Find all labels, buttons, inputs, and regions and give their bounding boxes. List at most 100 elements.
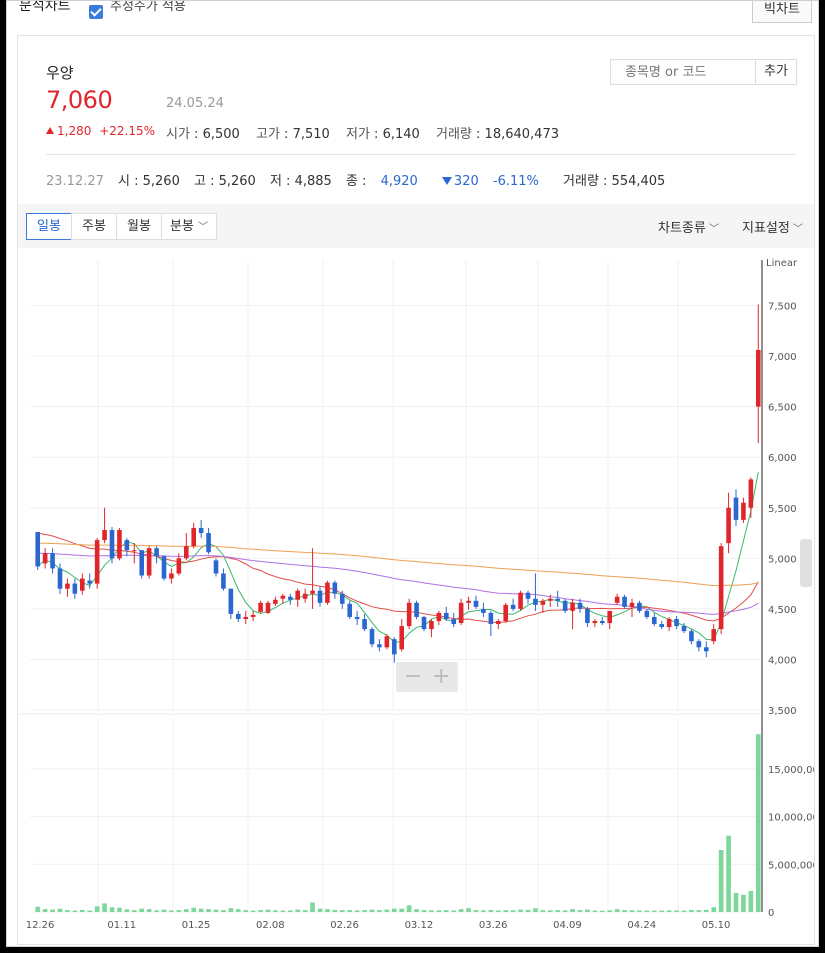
candle-body [644,610,650,617]
volume-bar [421,910,427,912]
hover-change: 320 -6.11% [441,174,549,189]
zoom-in-button[interactable]: + [432,664,450,689]
candle-body [540,600,546,605]
estimate-checkbox-label: 추정주가 적용 [110,0,186,14]
tab-minute[interactable]: 분봉 ﹀ [161,213,217,240]
candle-body [755,350,761,407]
x-tick-label: 02.08 [256,920,285,931]
change-amount: 1,280 [57,124,92,138]
volume-bar [235,909,241,912]
x-tick-label: 05.10 [702,920,731,931]
add-button[interactable]: 추가 [755,59,797,85]
candle-body [689,631,694,642]
volume-bar [644,910,650,912]
volume-bar [629,910,635,912]
volume-bar [146,909,152,912]
candle-body [362,618,367,630]
stock-name: 우양 [46,64,74,82]
volume-bar [87,910,93,912]
candle-body [50,553,55,569]
volume-bar [659,910,665,912]
estimate-checkbox[interactable] [89,5,103,19]
candle-body [473,600,479,607]
candle-body [161,556,167,579]
candle-body [377,644,382,648]
up-triangle-icon [46,127,54,134]
candle-body [503,604,509,622]
volume-bar [176,910,182,912]
candle-body [35,532,41,567]
candle-body [117,530,122,559]
candle-body [488,612,494,625]
candle-body [555,598,561,601]
volume-tick-label: 10,000,000 [768,813,814,824]
candle-body [533,598,538,605]
candle-body [79,578,85,591]
volume-bar [399,908,405,912]
candle-body [176,558,182,574]
candle-body [302,593,308,599]
candle-body [221,573,226,589]
hover-low: 저 : 4,885 [269,174,332,189]
volume-bar [131,910,137,912]
candle-body [414,602,419,617]
candle-body [131,550,137,552]
big-chart-button[interactable]: 빅차트 [752,1,812,23]
candle-body [273,599,278,604]
volume-bar [510,910,516,912]
candle-body [399,626,405,650]
tab-monthly[interactable]: 월봉 [116,213,162,240]
volume-bar [726,835,731,912]
volume-bar [525,909,531,912]
volume-bar [414,909,419,912]
volume-bar [65,910,70,912]
indicator-menu[interactable]: 지표설정 ﹀ [742,217,803,236]
x-tick-label: 03.26 [479,920,508,931]
volume-bar [503,910,509,912]
volume-bar [102,903,107,912]
volume-bar [391,908,397,912]
candle-body [213,560,219,574]
volume-bar [206,909,211,912]
price-chart[interactable]: 3,500 4,000 4,500 5,000 5,500 6,000 6,500 7,000… [18,248,814,947]
candle-body [733,497,739,520]
volume-bar [169,910,174,912]
candle-body [94,540,100,584]
candle-body [436,612,442,622]
volume-bar [369,909,375,912]
open-stat: 시가 : 6,500 [166,127,240,142]
price-date: 24.05.24 [166,96,224,111]
period-tab-bar: 일봉 주봉 월봉 분봉 ﹀ 차트종류 ﹀ 지표설정 ﹀ [18,204,814,248]
candle-body [741,502,746,520]
stock-search-input[interactable] [610,59,756,85]
volume-bar [302,910,308,912]
hover-info-line: 23.12.27 시 : 5,260 고 : 5,260 저 : 4,885 종… [46,170,675,189]
volume-bar [570,909,575,912]
chart-type-menu[interactable]: 차트종류 ﹀ [658,217,719,236]
candle-body [339,593,345,604]
tab-daily[interactable]: 일봉 [26,213,72,240]
price-tick-label: 7,000 [768,352,797,363]
scrollbar-thumb[interactable] [800,539,812,587]
candle-body [726,507,731,544]
x-tick-label: 03.12 [405,920,434,931]
chart-window: 분석차트 추정주가 적용 빅차트 우양 7,060 24.05.24 1,280… [6,0,819,947]
candle-body [651,616,657,625]
candle-body [711,629,717,642]
volume-bar [473,910,479,912]
candle-body [429,621,434,630]
candle-body [332,582,338,594]
volume-bar [191,907,197,912]
volume-bar [622,910,627,912]
volume-bar [354,910,360,912]
zoom-out-button[interactable]: − [404,664,422,689]
chevron-down-icon: ﹀ [789,224,804,235]
tab-weekly[interactable]: 주봉 [71,213,117,240]
candle-body [65,583,70,589]
candle-body [421,616,427,630]
volume-bar [154,910,159,912]
volume-bar [458,909,464,912]
volume-bar [250,910,256,912]
candle-body [169,573,174,579]
candle-body [666,618,672,628]
